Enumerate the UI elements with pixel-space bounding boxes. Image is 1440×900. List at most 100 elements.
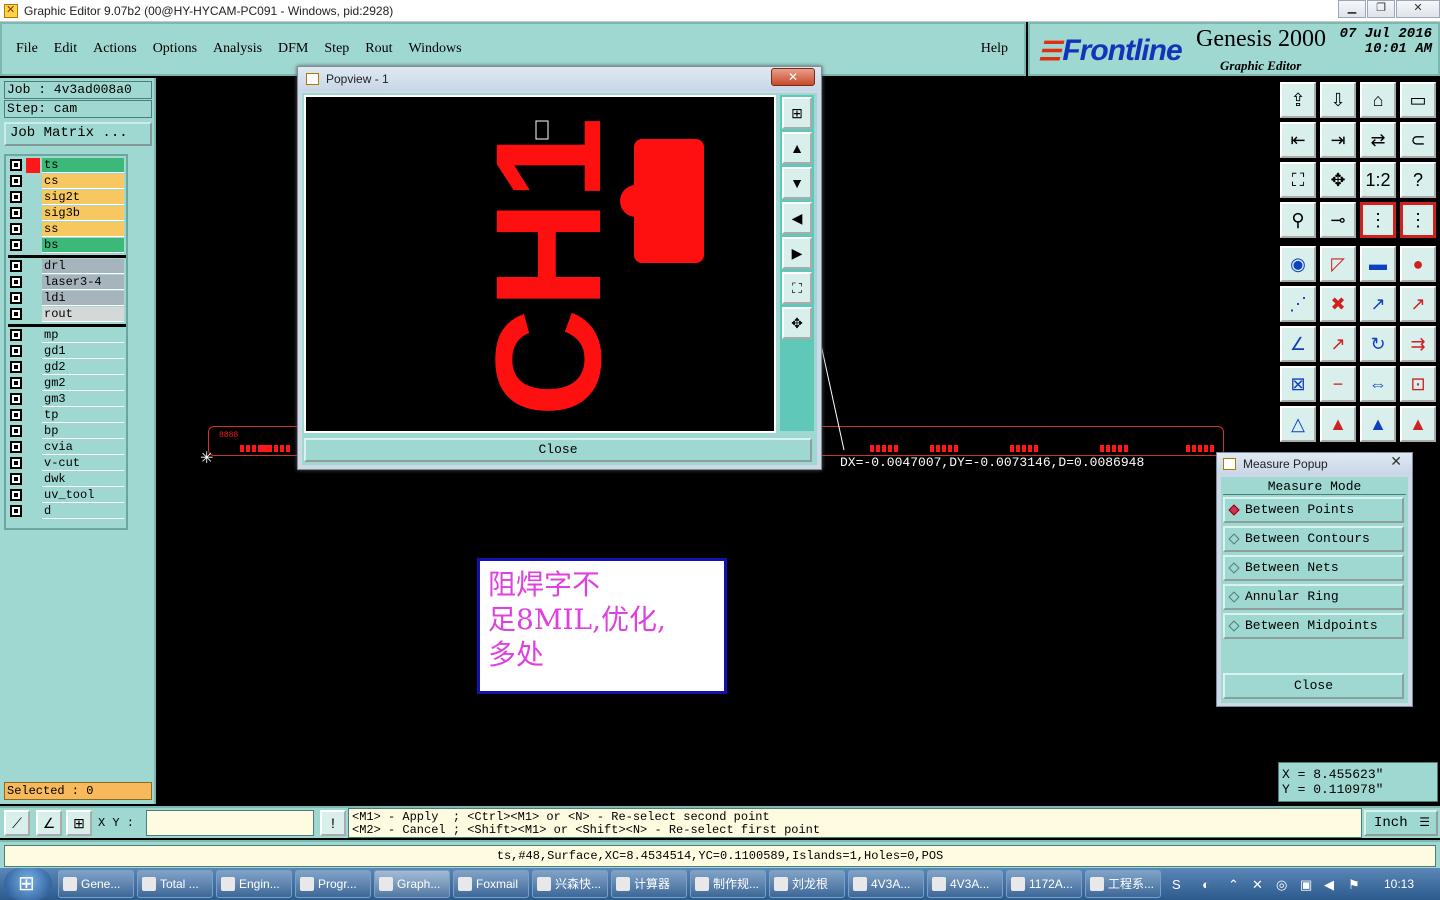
layer-name[interactable]: d: [42, 504, 124, 519]
layer-row[interactable]: cvia: [8, 440, 126, 455]
layer-checkbox[interactable]: [10, 457, 22, 469]
popview-pan-left-icon[interactable]: ◀: [782, 202, 812, 234]
layer-row[interactable]: v-cut: [8, 456, 126, 471]
layer-row[interactable]: tp: [8, 408, 126, 423]
layer-checkbox[interactable]: [10, 175, 22, 187]
taskbar-button[interactable]: 1172A...: [1006, 870, 1082, 898]
layer-checkbox[interactable]: [10, 409, 22, 421]
popview-close-icon[interactable]: ✕: [771, 68, 815, 86]
popview-canvas[interactable]: CH1: [304, 95, 776, 433]
layer-row[interactable]: laser3-4: [8, 275, 126, 290]
line-icon[interactable]: ∠: [1280, 326, 1316, 362]
layer-name[interactable]: mp: [42, 328, 124, 343]
measure-option[interactable]: Between Midpoints: [1223, 613, 1404, 639]
connect2-icon[interactable]: ↗: [1400, 286, 1436, 322]
fit-icon[interactable]: ⛶: [1280, 162, 1316, 198]
tray-lan-icon[interactable]: ▣: [1300, 877, 1314, 892]
close-button[interactable]: ✕: [1396, 0, 1440, 18]
layer-row[interactable]: ts: [8, 158, 126, 173]
help-icon[interactable]: ?: [1400, 162, 1436, 198]
snap-icon[interactable]: ⟋: [4, 810, 30, 836]
layer-name[interactable]: cvia: [42, 440, 124, 455]
layer-checkbox[interactable]: [10, 191, 22, 203]
layer-name[interactable]: rout: [42, 307, 124, 322]
job-matrix-button[interactable]: Job Matrix ...: [4, 122, 152, 146]
layer-checkbox[interactable]: [10, 473, 22, 485]
net-icon[interactable]: ⋰: [1280, 286, 1316, 322]
layer-checkbox[interactable]: [10, 441, 22, 453]
mirror-icon[interactable]: ⇉: [1400, 326, 1436, 362]
connect-icon[interactable]: ↗: [1360, 286, 1396, 322]
layer-checkbox[interactable]: [10, 276, 22, 288]
taskbar-button[interactable]: Foxmail: [453, 870, 529, 898]
layer-row[interactable]: sig3b: [8, 206, 126, 221]
layer-row[interactable]: ldi: [8, 291, 126, 306]
layer-row[interactable]: sig2t: [8, 190, 126, 205]
layer-name[interactable]: cs: [42, 174, 124, 189]
layer-row[interactable]: bs: [8, 238, 126, 253]
measure-option[interactable]: Annular Ring: [1223, 584, 1404, 610]
minus-icon[interactable]: −: [1320, 366, 1356, 402]
circle-icon[interactable]: ●: [1400, 246, 1436, 282]
taskbar-button[interactable]: Graph...: [374, 870, 450, 898]
measure-close-icon[interactable]: ✕: [1390, 453, 1402, 470]
alert-icon[interactable]: !: [320, 810, 346, 836]
layer-row[interactable]: ss: [8, 222, 126, 237]
tray-security-icon[interactable]: ◎: [1276, 877, 1290, 892]
menu-help[interactable]: Help: [981, 41, 1008, 57]
probe-icon[interactable]: ⊸: [1320, 202, 1356, 238]
tray-network-icon[interactable]: ◐: [1202, 877, 1216, 892]
menu-dfm[interactable]: DFM: [278, 41, 308, 57]
start-button[interactable]: [4, 868, 52, 900]
layer-checkbox[interactable]: [10, 393, 22, 405]
menu-actions[interactable]: Actions: [93, 41, 137, 57]
layer-name[interactable]: gd2: [42, 360, 124, 375]
restore-button[interactable]: ❐: [1367, 0, 1395, 18]
menu-file[interactable]: File: [16, 41, 38, 57]
scale-icon[interactable]: 1:2: [1360, 162, 1396, 198]
menu-rout[interactable]: Rout: [365, 41, 392, 57]
layer-name[interactable]: drl: [42, 259, 124, 274]
layer-name[interactable]: gm3: [42, 392, 124, 407]
tray-volume-icon[interactable]: ◀: [1324, 877, 1338, 892]
taskbar-button[interactable]: 4V3A...: [848, 870, 924, 898]
layer-checkbox[interactable]: [10, 159, 22, 171]
layer-row[interactable]: bp: [8, 424, 126, 439]
layer-row[interactable]: gd2: [8, 360, 126, 375]
layer-checkbox[interactable]: [10, 377, 22, 389]
layer-name[interactable]: ss: [42, 222, 124, 237]
layer-row[interactable]: d: [8, 504, 126, 519]
layer-name[interactable]: ts: [42, 158, 124, 173]
layers-red-icon-2[interactable]: ⋮: [1400, 202, 1436, 238]
tray-app-icon[interactable]: S: [1172, 877, 1186, 892]
layer-checkbox[interactable]: [10, 489, 22, 501]
measure-option[interactable]: Between Contours: [1223, 526, 1404, 552]
popview-close-button[interactable]: Close: [304, 438, 812, 462]
grid-icon[interactable]: ⊞: [66, 810, 92, 836]
measure-close-button[interactable]: Close: [1223, 673, 1404, 699]
draw-icon[interactable]: ◸: [1320, 246, 1356, 282]
layer-checkbox[interactable]: [10, 292, 22, 304]
taskbar-button[interactable]: 制作规...: [690, 870, 766, 898]
menu-windows[interactable]: Windows: [409, 41, 462, 57]
taskbar-button[interactable]: Engin...: [216, 870, 292, 898]
space-icon[interactable]: ⇔: [1360, 366, 1396, 402]
measure-option[interactable]: Between Nets: [1223, 555, 1404, 581]
next-icon[interactable]: ⇥: [1320, 122, 1356, 158]
tri2-icon[interactable]: ▲: [1320, 406, 1356, 442]
layer-name[interactable]: dwk: [42, 472, 124, 487]
layer-checkbox[interactable]: [10, 329, 22, 341]
layer-name[interactable]: gd1: [42, 344, 124, 359]
taskbar-button[interactable]: 兴森快...: [532, 870, 608, 898]
popview-zoom-icon[interactable]: ⊞: [782, 97, 812, 129]
layer-name[interactable]: tp: [42, 408, 124, 423]
layer-name[interactable]: ldi: [42, 291, 124, 306]
layer-checkbox[interactable]: [10, 361, 22, 373]
taskbar-button[interactable]: 工程系...: [1085, 870, 1161, 898]
taskbar-button[interactable]: 计算器: [611, 870, 687, 898]
tri3-icon[interactable]: ▲: [1360, 406, 1396, 442]
step-icon[interactable]: ⊂: [1400, 122, 1436, 158]
import-icon[interactable]: ⇩: [1320, 82, 1356, 118]
layer-checkbox[interactable]: [10, 425, 22, 437]
export-icon[interactable]: ⇪: [1280, 82, 1316, 118]
